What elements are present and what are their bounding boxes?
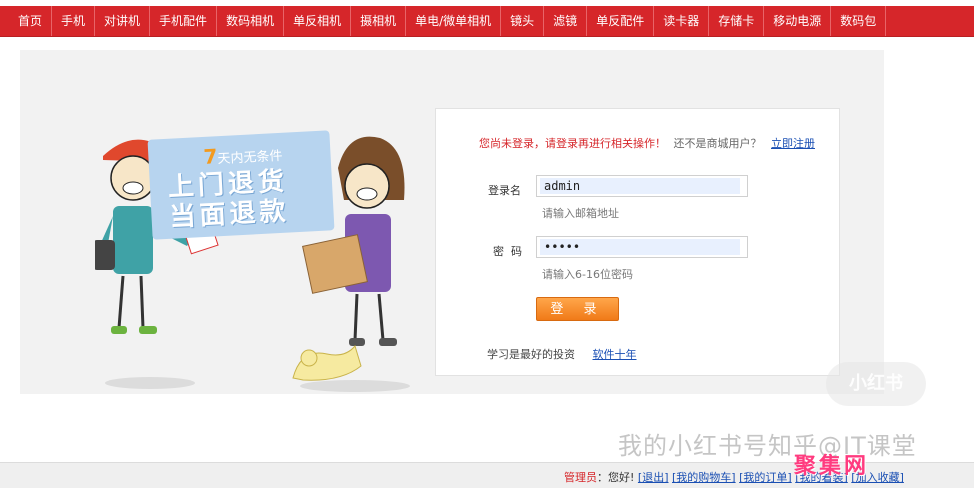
caption-watermark: 我的小红书号知乎@IT课堂 [618, 432, 917, 460]
nav-item-dslr[interactable]: 单反相机 [284, 6, 352, 36]
nav-item-power-banks[interactable]: 移动电源 [764, 6, 832, 36]
nav-item-card-readers[interactable]: 读卡器 [654, 6, 710, 36]
nav-item-mirrorless[interactable]: 单电/微单相机 [406, 6, 502, 36]
nav-item-home[interactable]: 首页 [0, 6, 53, 36]
my-orders-link[interactable]: [我的订单] [739, 471, 792, 484]
login-footer: 学习是最好的投资 软件十年 [487, 346, 637, 362]
top-nav: 首页 手机 对讲机 手机配件 数码相机 单反相机 摄相机 单电/微单相机 镜头 … [0, 6, 974, 37]
nav-item-walkie-talkie[interactable]: 对讲机 [95, 6, 151, 36]
greeting-text: ：您好! [597, 471, 635, 484]
password-hint: 请输入6-16位密码 [542, 268, 633, 281]
nav-item-phone-accessories[interactable]: 手机配件 [150, 6, 218, 36]
not-member-text: 还不是商城用户？ [673, 137, 762, 150]
nav-item-camcorders[interactable]: 摄相机 [351, 6, 407, 36]
username-field-frame [536, 175, 748, 197]
nav-item-digital-cameras[interactable]: 数码相机 [217, 6, 285, 36]
username-input[interactable] [540, 178, 740, 194]
footer-slogan: 学习是最好的投资 [487, 348, 575, 361]
xiaohongshu-badge-watermark: 小红书 [826, 362, 926, 406]
login-panel: 您尚未登录，请登录再进行相关操作！ 还不是商城用户？ 立即注册 登录名 请输入邮… [435, 108, 840, 376]
logout-link[interactable]: [退出] [638, 471, 669, 484]
return-promo-sign: 7天内无条件 上门退货 当面退款 [147, 130, 335, 240]
password-label: 密 码 [493, 245, 522, 258]
username-hint: 请输入邮箱地址 [542, 207, 619, 220]
cat-figure [292, 344, 362, 381]
nav-item-filters[interactable]: 滤镜 [544, 6, 588, 36]
nav-item-lenses[interactable]: 镜头 [501, 6, 545, 36]
current-user-name: 管理员 [564, 471, 597, 484]
promo-line-3: 当面退款 [168, 196, 291, 233]
password-input[interactable] [540, 239, 740, 255]
register-link[interactable]: 立即注册 [771, 137, 815, 150]
corner-logo-watermark: 聚集网 [794, 454, 870, 479]
login-button[interactable]: 登 录 [536, 297, 619, 321]
nav-item-dslr-accessories[interactable]: 单反配件 [587, 6, 655, 36]
nav-item-memory-cards[interactable]: 存储卡 [709, 6, 765, 36]
nav-item-phones[interactable]: 手机 [52, 6, 96, 36]
login-warning-text: 您尚未登录，请登录再进行相关操作！ [479, 137, 666, 150]
password-field-frame [536, 236, 748, 258]
footer-link[interactable]: 软件十年 [593, 348, 637, 361]
nav-item-camera-bags[interactable]: 数码包 [831, 6, 887, 36]
username-label: 登录名 [488, 184, 521, 197]
my-cart-link[interactable]: [我的购物车] [672, 471, 736, 484]
login-notice: 您尚未登录，请登录再进行相关操作！ 还不是商城用户？ 立即注册 [479, 135, 815, 151]
